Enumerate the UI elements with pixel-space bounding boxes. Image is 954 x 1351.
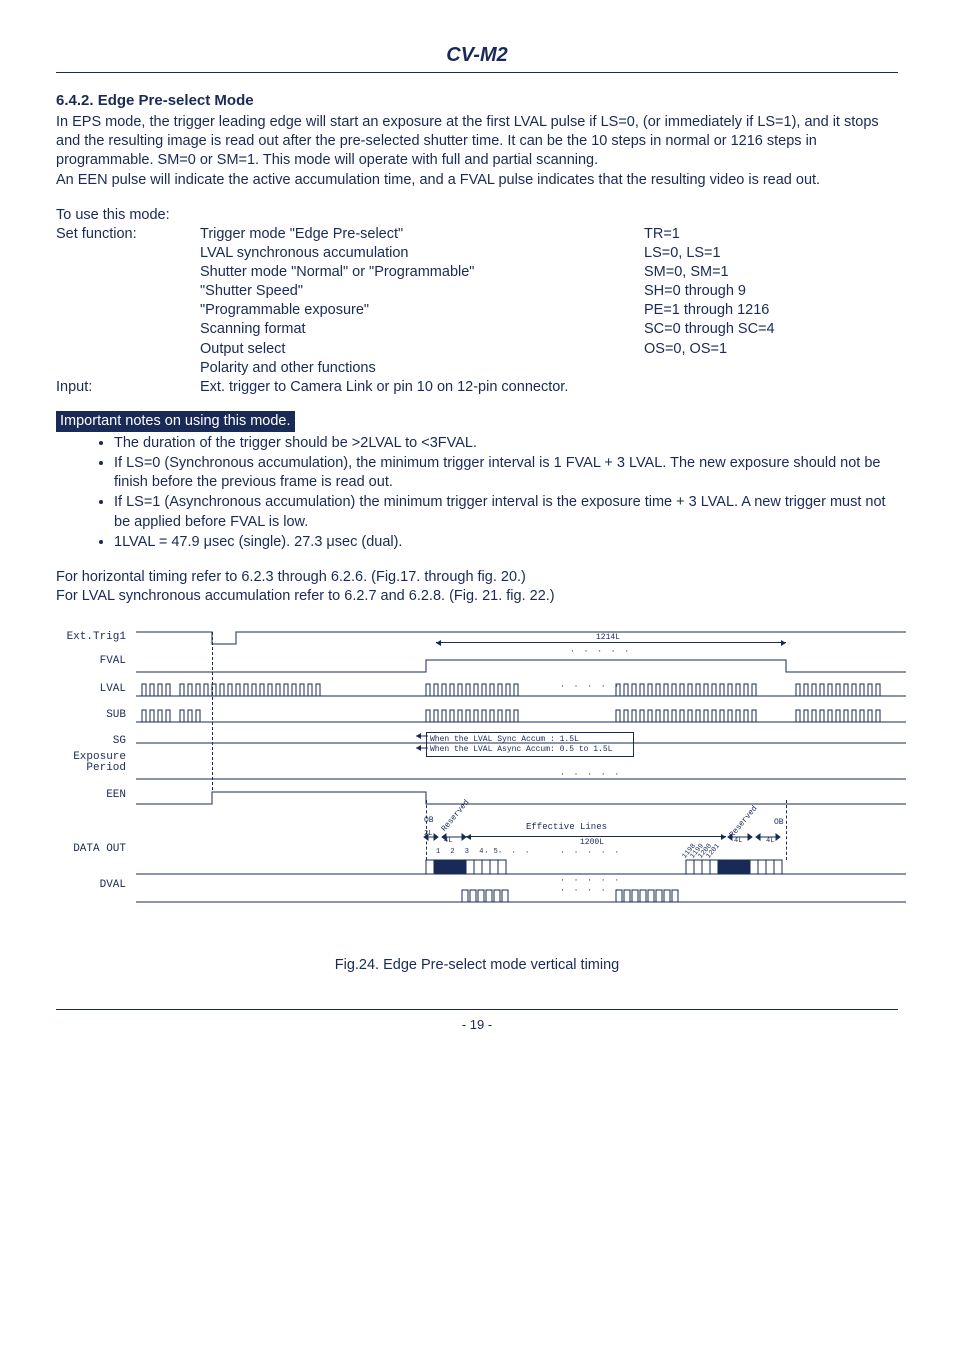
accum-note-box: When the LVAL Sync Accum : 1.5L When the…: [426, 732, 634, 757]
setting-value: SC=0 through SC=4: [644, 320, 779, 339]
setting-value: LS=0, LS=1: [644, 244, 779, 263]
settings-intro: To use this mode:: [56, 206, 200, 225]
settings-label-input: Input:: [56, 378, 200, 397]
note-async: When the LVAL Async Accum: 0.5 to 1.5L: [430, 745, 630, 755]
page-header-title: CV-M2: [56, 42, 898, 68]
important-notes-heading: Important notes on using this mode.: [56, 411, 295, 432]
setting-name: "Programmable exposure": [200, 301, 644, 320]
settings-input-text: Ext. trigger to Camera Link or pin 10 on…: [200, 378, 644, 397]
dots: · · · ·: [480, 848, 536, 859]
note-box-arrows-icon: [414, 732, 430, 758]
small-span-arrows-icon: [422, 832, 482, 842]
header-rule: [56, 72, 898, 73]
setting-name: Output select: [200, 340, 644, 359]
reference-lines: For horizontal timing refer to 6.2.3 thr…: [56, 568, 898, 606]
setting-name: Scanning format: [200, 320, 644, 339]
settings-label-set-function: Set function:: [56, 225, 200, 244]
note-item: 1LVAL = 47.9 μsec (single). 27.3 μsec (d…: [114, 533, 898, 552]
section-paragraph-1: In EPS mode, the trigger leading edge wi…: [56, 113, 898, 190]
signal-dval: [126, 888, 906, 906]
setting-value: SM=0, SM=1: [644, 263, 779, 282]
effective-lines-label: Effective Lines: [526, 822, 607, 834]
small-span-arrows-icon: [726, 832, 796, 842]
setting-value: PE=1 through 1216: [644, 301, 779, 320]
signal-label: SUB: [56, 708, 126, 734]
dots: · · · · ·: [566, 647, 635, 658]
note-item: If LS=0 (Synchronous accumulation), the …: [114, 454, 898, 492]
setting-name: LVAL synchronous accumulation: [200, 244, 644, 263]
exposure-period-line: [126, 776, 906, 782]
ref-line-2: For LVAL synchronous accumulation refer …: [56, 587, 898, 606]
signal-data-out: [126, 858, 906, 878]
signal-label: FVAL: [56, 654, 126, 682]
figure-caption: Fig.24. Edge Pre-select mode vertical ti…: [56, 956, 898, 975]
dots: · · · · ·: [556, 848, 625, 859]
signal-label: SG: [56, 734, 126, 752]
signal-label: DATA OUT: [56, 842, 126, 878]
signal-fval: [126, 658, 906, 676]
signal-ext-trig: [126, 630, 906, 648]
dots: · · · · ·: [556, 886, 625, 897]
setting-name: Trigger mode "Edge Pre-select": [200, 225, 644, 244]
dots: · · · · ·: [556, 770, 625, 781]
signal-een: [126, 790, 906, 808]
dots: · · · · ·: [556, 876, 625, 887]
note-item: The duration of the trigger should be >2…: [114, 434, 898, 453]
setting-name: "Shutter Speed": [200, 282, 644, 301]
span-label-1200L: 1200L: [580, 838, 604, 849]
ob-label-left: OB: [424, 816, 434, 827]
settings-block: To use this mode: Set function: Trigger …: [56, 206, 779, 397]
ob-label-right: OB: [774, 818, 784, 829]
span-label-1214L: 1214L: [596, 633, 620, 644]
signal-lval: [126, 682, 906, 700]
guide-line: [786, 800, 787, 860]
note-sync: When the LVAL Sync Accum : 1.5L: [430, 735, 630, 745]
signal-label: LVAL: [56, 682, 126, 708]
signal-labels: Ext.Trig1 FVAL LVAL SUB SG Exposure Peri…: [56, 630, 126, 940]
signal-label: EEN: [56, 788, 126, 842]
page-number: - 19 -: [56, 1016, 898, 1033]
timing-diagram: Ext.Trig1 FVAL LVAL SUB SG Exposure Peri…: [56, 630, 898, 940]
note-item: If LS=1 (Asynchronous accumulation) the …: [114, 493, 898, 531]
setting-name: Shutter mode "Normal" or "Programmable": [200, 263, 644, 282]
setting-value: OS=0, OS=1: [644, 340, 779, 359]
signal-sub: [126, 708, 906, 726]
setting-value: TR=1: [644, 225, 779, 244]
section-heading: 6.4.2. Edge Pre-select Mode: [56, 91, 898, 111]
setting-name: Polarity and other functions: [200, 359, 644, 378]
footer-rule: [56, 1009, 898, 1010]
signal-label: Ext.Trig1: [56, 630, 126, 654]
setting-value: SH=0 through 9: [644, 282, 779, 301]
dots: · · · · ·: [556, 682, 625, 693]
signal-label: Exposure Period: [56, 752, 126, 788]
important-notes-list: The duration of the trigger should be >2…: [56, 434, 898, 552]
ref-line-1: For horizontal timing refer to 6.2.3 thr…: [56, 568, 898, 587]
signal-label: DVAL: [56, 878, 126, 904]
